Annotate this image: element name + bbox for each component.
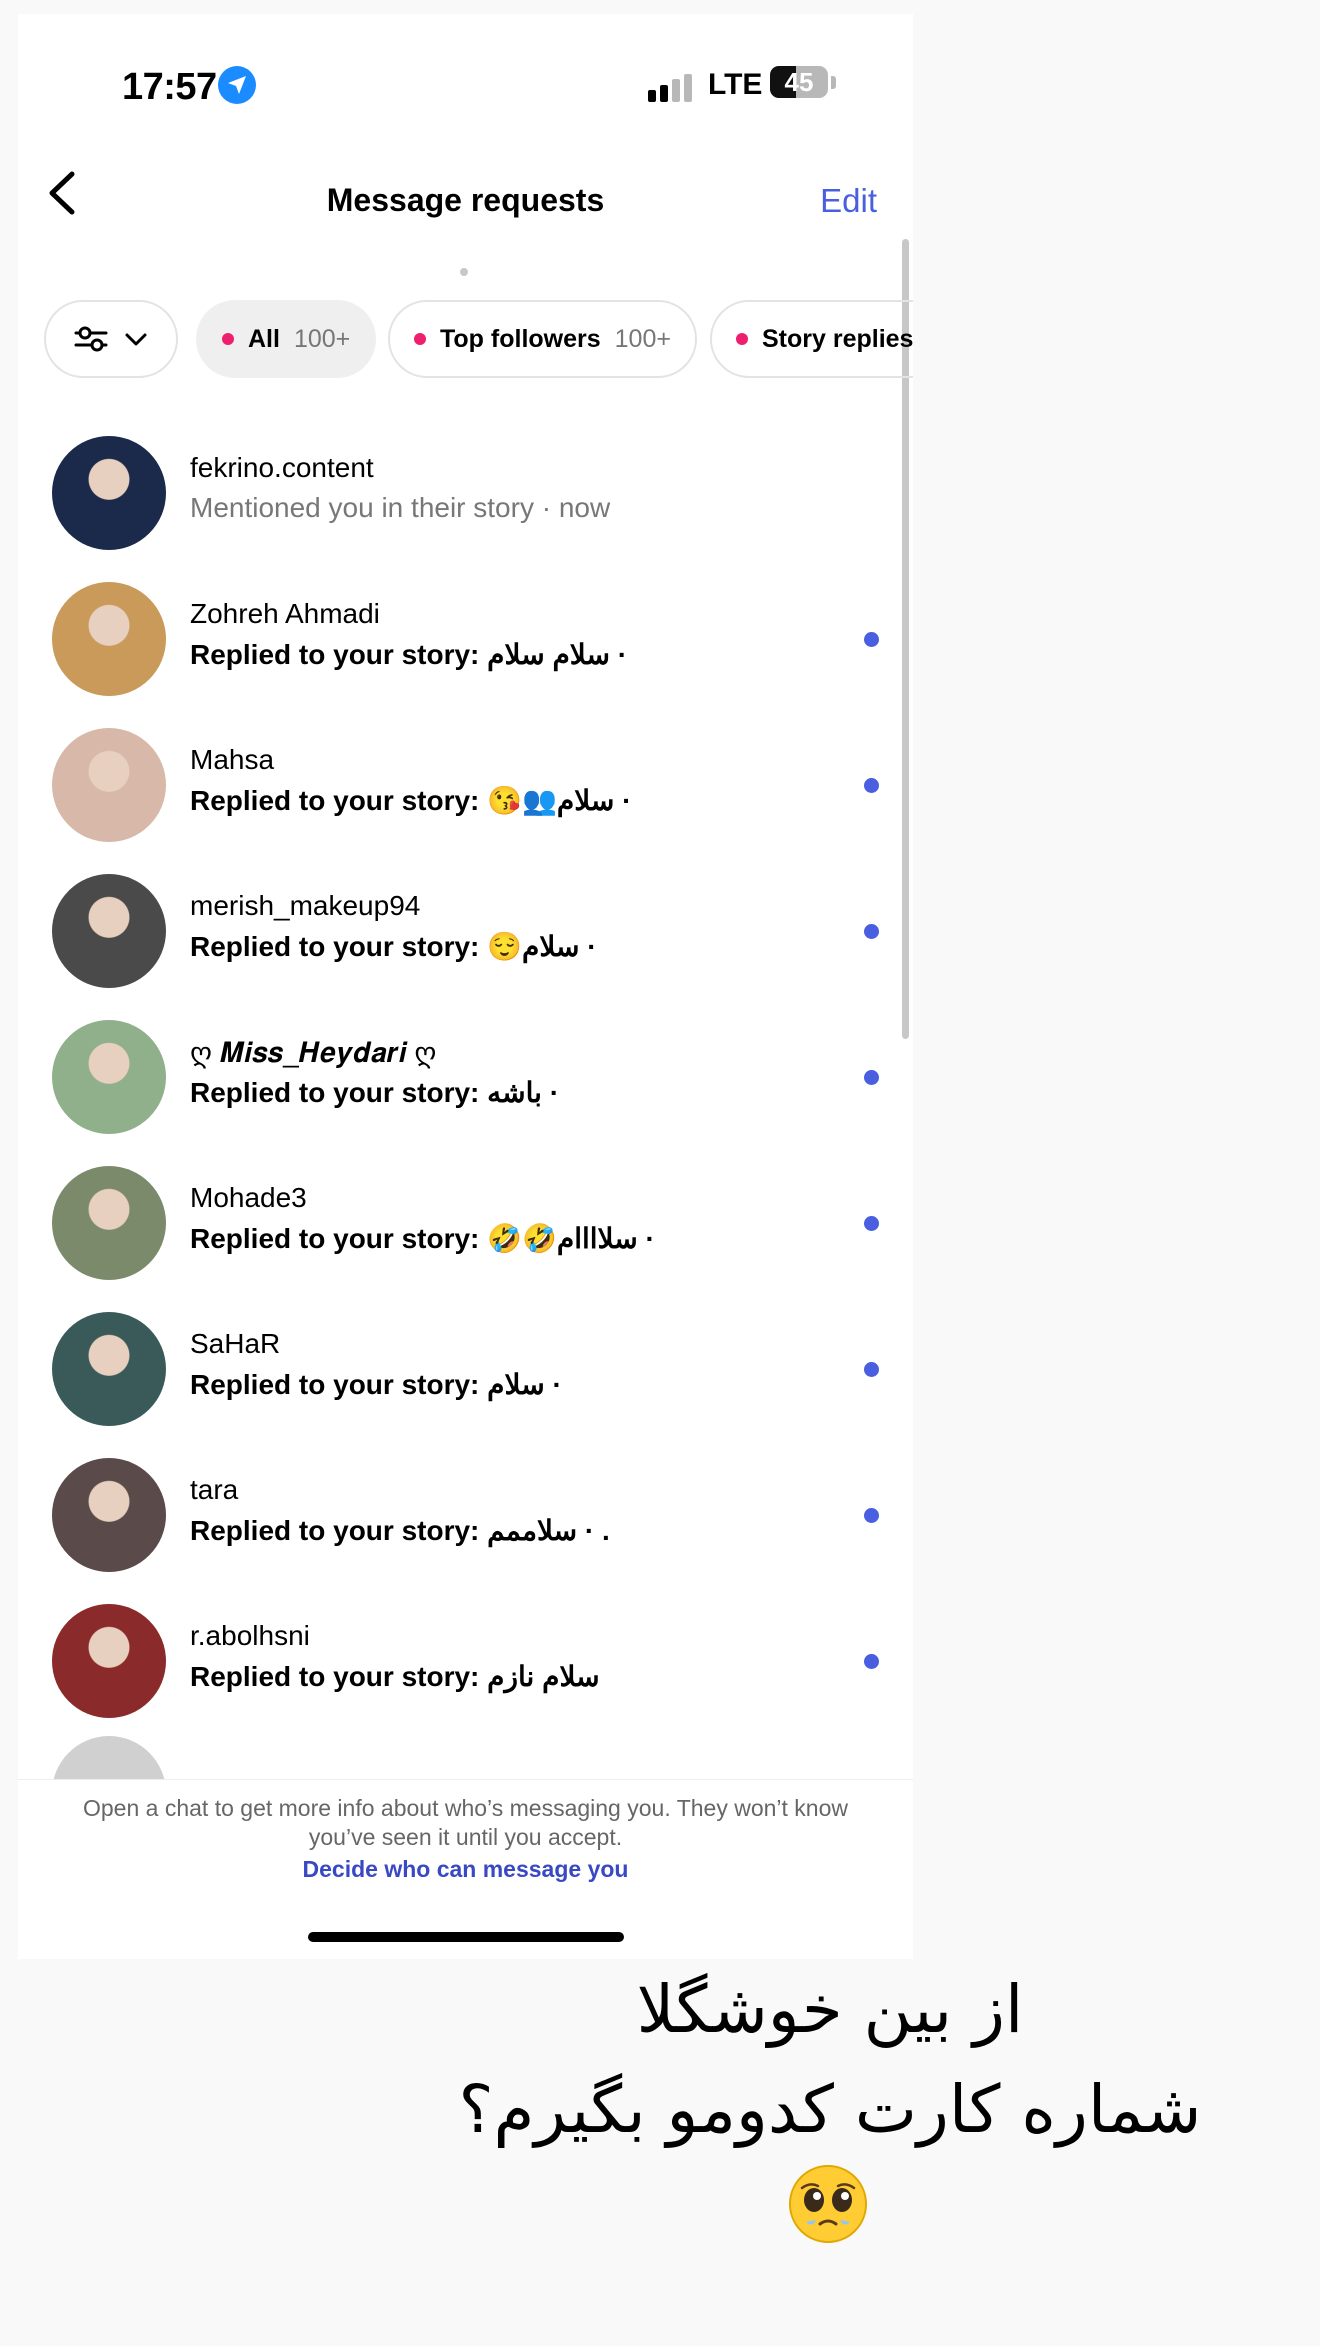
unread-dot [864, 778, 879, 793]
request-username: fekrino.content [190, 452, 374, 483]
chevron-down-icon [125, 333, 147, 346]
avatar[interactable] [52, 1312, 166, 1426]
request-username: r.abolhsni [190, 1620, 310, 1651]
avatar[interactable] [52, 1020, 166, 1134]
request-username: ღ 𝑴𝒊𝒔𝒔_𝑯𝒆𝒚𝒅𝒂𝒓𝒊 ღ [190, 1037, 437, 1068]
chip-label: Top followers [440, 324, 601, 353]
request-row[interactable]: r.abolhsni Replied to your story: سلام ن… [18, 1588, 913, 1734]
chip-all[interactable]: All 100+ [196, 300, 377, 378]
avatar[interactable] [52, 1458, 166, 1572]
request-row[interactable]: Zohreh Ahmadi Replied to your story: سلا… [18, 566, 913, 712]
edit-button[interactable]: Edit [820, 182, 877, 220]
filter-options-button[interactable] [44, 300, 178, 378]
chip-count: 100+ [614, 324, 671, 353]
avatar[interactable] [52, 436, 166, 550]
avatar[interactable] [52, 582, 166, 696]
request-row[interactable]: ღ 𝑴𝒊𝒔𝒔_𝑯𝒆𝒚𝒅𝒂𝒓𝒊 ღ Replied to your story: … [18, 1004, 913, 1150]
story-caption: از بین خوشگلا شماره کارت کدومو بگیرم؟ [400, 1960, 1260, 2160]
caption-line-1: از بین خوشگلا [636, 1971, 1024, 2048]
request-preview: Replied to your story: سلام سلام · [190, 639, 628, 670]
request-username: SaHaR [190, 1328, 281, 1359]
location-arrow-icon [218, 66, 256, 104]
request-row[interactable]: Mohade3 Replied to your story: 🤣🤣سلاااام… [18, 1150, 913, 1296]
page-title: Message requests [326, 182, 605, 218]
request-username: Zohreh Ahmadi [190, 598, 380, 629]
request-username: Mohade3 [190, 1182, 307, 1213]
pleading-face-emoji-icon [789, 2165, 867, 2243]
unread-dot [864, 632, 879, 647]
battery-level: 45 [784, 67, 814, 97]
request-preview: Replied to your story: 🤣🤣سلاااام · [190, 1223, 655, 1254]
request-preview: Replied to your story: سلام · [190, 1369, 562, 1400]
request-preview: Mentioned you in their story · now [190, 492, 611, 523]
battery-icon: 45 [770, 66, 836, 100]
phone-screen: 17:57 LTE 45 Message requests Edit All 1… [18, 14, 913, 1959]
avatar[interactable] [52, 874, 166, 988]
request-preview: Replied to your story: سلاممم · . [190, 1515, 610, 1546]
request-preview: Replied to your story: سلام نازم [190, 1661, 600, 1692]
request-row[interactable]: tara Replied to your story: سلاممم · . [18, 1442, 913, 1588]
cellular-signal-icon [648, 74, 692, 102]
request-row[interactable]: merish_makeup94 Replied to your story: 😌… [18, 858, 913, 1004]
avatar[interactable] [52, 1604, 166, 1718]
sliders-icon [74, 326, 108, 352]
request-preview: Replied to your story: باشه · [190, 1077, 560, 1108]
chip-story-replies[interactable]: Story replies [710, 300, 913, 378]
avatar[interactable] [52, 1166, 166, 1280]
chip-label: All [248, 324, 280, 353]
footer-note: Open a chat to get more info about who’s… [83, 1795, 848, 1850]
message-controls-link[interactable]: Decide who can message you [18, 1856, 913, 1883]
unread-dot [864, 1362, 879, 1377]
refresh-indicator [460, 268, 468, 276]
network-type: LTE [708, 68, 763, 101]
avatar[interactable] [52, 728, 166, 842]
unread-dot [864, 1654, 879, 1669]
request-row[interactable]: Mahsa Replied to your story: 😘👥سلام · [18, 712, 913, 858]
request-username: tara [190, 1474, 239, 1505]
filter-chips: All 100+ Top followers 100+ Story replie… [44, 300, 913, 380]
chip-dot [736, 333, 748, 345]
unread-dot [864, 924, 879, 939]
chip-top-followers[interactable]: Top followers 100+ [388, 300, 697, 378]
unread-dot [864, 1508, 879, 1523]
chip-dot [414, 333, 426, 345]
request-row[interactable]: fekrino.content Mentioned you in their s… [18, 420, 913, 566]
request-row[interactable]: SaHaR Replied to your story: سلام · [18, 1296, 913, 1442]
chip-dot [222, 333, 234, 345]
unread-dot [864, 1216, 879, 1231]
chip-count: 100+ [293, 324, 351, 353]
caption-line-2: شماره کارت کدومو بگیرم؟ [458, 2071, 1202, 2148]
home-indicator[interactable] [308, 1932, 624, 1942]
unread-dot [864, 1070, 879, 1085]
request-username: merish_makeup94 [190, 890, 421, 921]
status-time: 17:57 [122, 66, 217, 108]
request-preview: Replied to your story: 😘👥سلام · [190, 785, 632, 816]
request-username: Mahsa [190, 744, 275, 775]
request-preview: Replied to your story: 😌سلام · [190, 931, 597, 962]
chip-label: Story replies [762, 324, 913, 353]
